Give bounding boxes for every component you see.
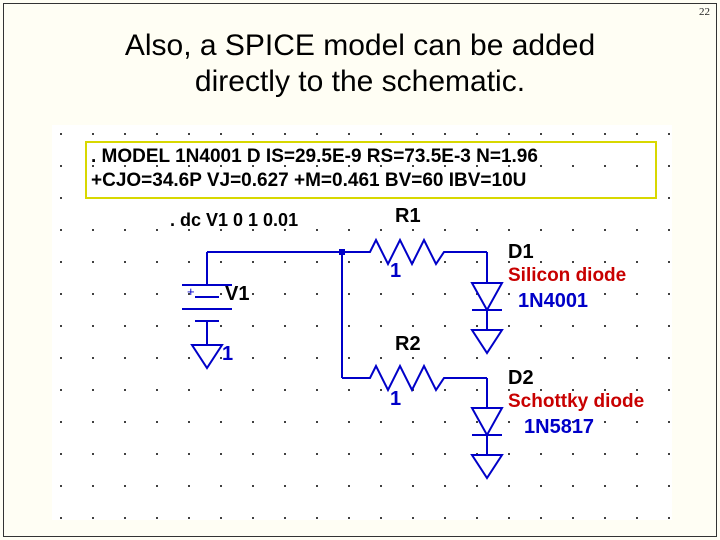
resistor-r1-symbol[interactable] — [362, 240, 452, 264]
resistor-r2-symbol[interactable] — [362, 366, 452, 390]
v1-value[interactable]: 1 — [222, 343, 233, 366]
title-line1: Also, a SPICE model can be added — [125, 29, 595, 62]
d2-ref[interactable]: D2 — [508, 367, 534, 390]
d2-desc: Schottky diode — [508, 391, 644, 413]
ground-symbol-v1 — [192, 345, 222, 368]
v1-ref[interactable]: V1 — [225, 283, 249, 306]
title-line2: directly to the schematic. — [195, 65, 525, 98]
d2-part[interactable]: 1N5817 — [524, 416, 594, 439]
v1-plus-icon: + — [187, 284, 195, 299]
diode-d2-symbol[interactable] — [472, 400, 502, 455]
ground-symbol-d2 — [472, 455, 502, 478]
slide-title: Also, a SPICE model can be added directl… — [0, 28, 720, 100]
schematic-drawing — [52, 125, 672, 520]
r2-value[interactable]: 1 — [390, 388, 401, 411]
diode-d1-symbol[interactable] — [472, 275, 502, 330]
page-number: 22 — [699, 6, 710, 18]
d1-desc: Silicon diode — [508, 265, 626, 287]
ground-symbol-d1 — [472, 330, 502, 353]
d1-ref[interactable]: D1 — [508, 241, 534, 264]
d1-part[interactable]: 1N4001 — [518, 290, 588, 313]
r1-value[interactable]: 1 — [390, 260, 401, 283]
r2-ref[interactable]: R2 — [395, 333, 421, 356]
r1-ref[interactable]: R1 — [395, 205, 421, 228]
